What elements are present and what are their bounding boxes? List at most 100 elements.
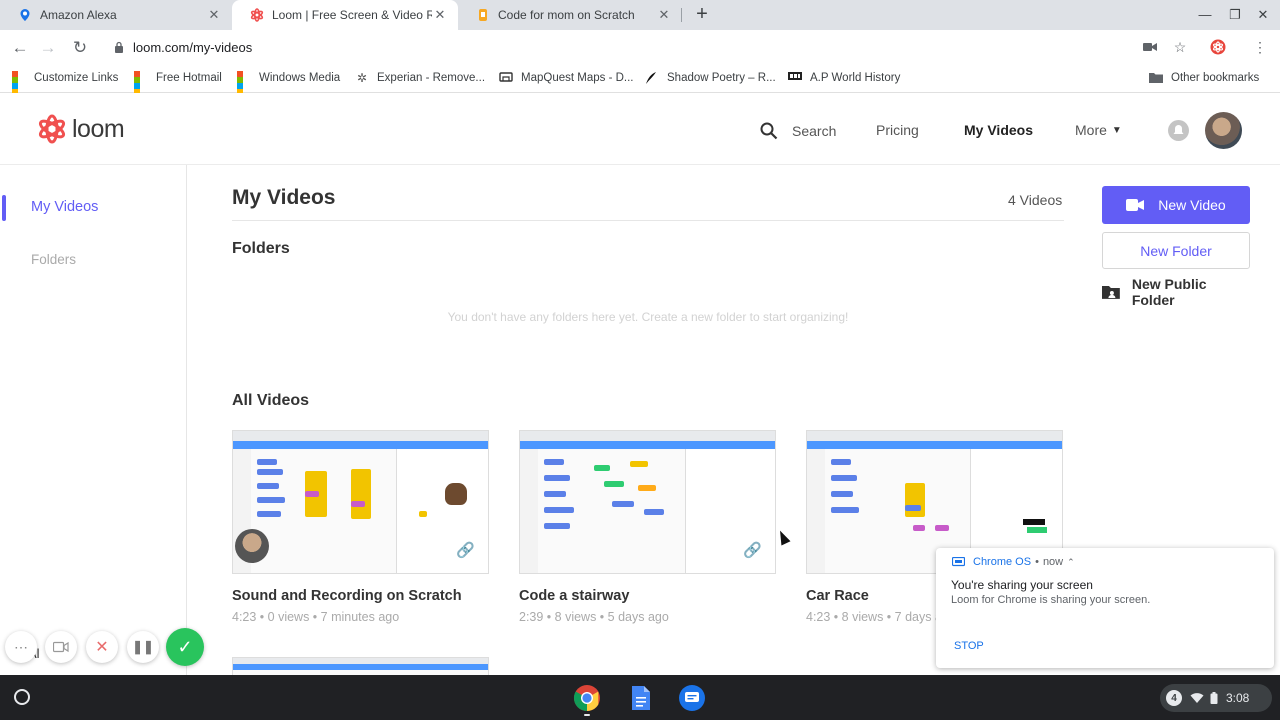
bookmark-customize-links[interactable]: Customize Links bbox=[12, 71, 118, 95]
link-icon[interactable]: 🔗 bbox=[743, 541, 762, 559]
video-title[interactable]: Code a stairway bbox=[519, 588, 776, 604]
separator-dot: • bbox=[1035, 556, 1039, 568]
loom-logo[interactable]: loom bbox=[36, 113, 125, 145]
launcher-icon[interactable] bbox=[14, 689, 30, 705]
recorder-finish-check-icon[interactable]: ✓ bbox=[166, 628, 204, 666]
loom-wordmark: loom bbox=[72, 114, 125, 143]
link-icon[interactable]: 🔗 bbox=[456, 541, 475, 559]
bookmark-free-hotmail[interactable]: Free Hotmail bbox=[134, 71, 222, 95]
nav-pricing[interactable]: Pricing bbox=[876, 122, 919, 138]
address-bar[interactable] bbox=[104, 33, 1204, 62]
url-text[interactable]: loom.com/my-videos bbox=[133, 40, 252, 55]
tab-close-icon[interactable]: ✕ bbox=[656, 7, 672, 23]
reload-icon[interactable]: ↻ bbox=[70, 38, 90, 58]
folders-heading: Folders bbox=[232, 240, 290, 257]
recorder-more-icon[interactable]: ⋯ bbox=[5, 631, 37, 663]
nav-search-label: Search bbox=[792, 123, 837, 139]
windows-icon bbox=[12, 71, 26, 95]
messages-app-icon[interactable] bbox=[678, 684, 706, 712]
bookmark-label: A.P World History bbox=[810, 72, 901, 84]
tab-scratch[interactable]: Code for mom on Scratch ✕ bbox=[458, 0, 682, 30]
video-thumbnail[interactable]: 🔗 bbox=[232, 430, 489, 574]
tab-title: Amazon Alexa bbox=[40, 8, 117, 22]
nav-more[interactable]: More ▼ bbox=[1075, 122, 1122, 138]
tab-amazon-alexa[interactable]: Amazon Alexa ✕ bbox=[0, 0, 232, 30]
active-app-dot bbox=[584, 714, 590, 716]
tab-close-icon[interactable]: ✕ bbox=[206, 7, 222, 23]
windows-icon bbox=[237, 71, 251, 95]
minimize-icon[interactable]: — bbox=[1196, 6, 1214, 24]
notification-count-badge: 4 bbox=[1166, 690, 1182, 706]
ap-icon bbox=[788, 71, 802, 85]
notification-source: Chrome OS bbox=[973, 556, 1032, 568]
close-window-icon[interactable]: ✕ bbox=[1254, 6, 1272, 24]
clock-time: 3:08 bbox=[1226, 691, 1250, 705]
video-title[interactable]: Sound and Recording on Scratch bbox=[232, 588, 489, 604]
system-tray[interactable]: 4 3:08 bbox=[1160, 684, 1272, 712]
new-public-folder-button[interactable]: New Public Folder bbox=[1102, 276, 1252, 308]
bookmark-ap-world-history[interactable]: A.P World History bbox=[788, 71, 900, 85]
video-count: 4 Videos bbox=[1008, 192, 1063, 208]
folder-icon bbox=[1149, 71, 1163, 85]
video-thumbnail[interactable]: 🔗 bbox=[519, 430, 776, 574]
sidebar-item-my-videos[interactable]: My Videos bbox=[31, 199, 98, 215]
alexa-icon bbox=[18, 8, 32, 22]
tab-title: Code for mom on Scratch bbox=[498, 8, 635, 22]
bookmark-other[interactable]: Other bookmarks bbox=[1149, 71, 1259, 85]
bookmark-label: Experian - Remove... bbox=[377, 72, 486, 84]
bookmark-label: Other bookmarks bbox=[1171, 72, 1260, 84]
tab-close-icon[interactable]: ✕ bbox=[432, 7, 448, 23]
tab-title: Loom | Free Screen & Video Recording bbox=[272, 8, 432, 22]
forward-arrow-icon[interactable]: → bbox=[38, 38, 58, 58]
user-avatar[interactable] bbox=[1205, 112, 1242, 149]
loom-icon bbox=[250, 8, 264, 22]
wifi-icon bbox=[1190, 693, 1204, 703]
nav-search[interactable]: Search bbox=[760, 122, 836, 140]
video-thumbnail[interactable] bbox=[232, 657, 489, 675]
notification-body: Loom for Chrome is sharing your screen. bbox=[951, 594, 1151, 606]
tab-loom[interactable]: Loom | Free Screen & Video Recording ✕ bbox=[232, 0, 458, 30]
loom-logo-icon bbox=[38, 114, 66, 144]
video-card[interactable]: 🔗 Code a stairway 2:39 • 8 views • 5 day… bbox=[519, 430, 776, 624]
bookmark-star-icon[interactable]: ☆ bbox=[1172, 39, 1188, 55]
folders-empty-message: You don't have any folders here yet. Cre… bbox=[447, 310, 849, 324]
loom-extension-icon[interactable] bbox=[1210, 39, 1226, 55]
scratch-icon bbox=[476, 8, 490, 22]
stop-sharing-button[interactable]: STOP bbox=[954, 640, 984, 652]
back-arrow-icon[interactable]: ← bbox=[10, 38, 30, 58]
windows-icon bbox=[134, 71, 148, 95]
recorder-camera-icon[interactable] bbox=[45, 631, 77, 663]
screen-share-notification: Chrome OS • now ⌃ You're sharing your sc… bbox=[936, 548, 1274, 668]
recorder-cancel-icon[interactable]: ✕ bbox=[86, 631, 118, 663]
bookmark-label: Free Hotmail bbox=[156, 72, 222, 84]
search-icon bbox=[760, 122, 778, 140]
lock-icon bbox=[115, 41, 123, 53]
notifications-bell-icon[interactable] bbox=[1168, 120, 1189, 141]
new-video-button[interactable]: New Video bbox=[1102, 186, 1250, 224]
notification-time: now bbox=[1042, 556, 1064, 568]
restore-icon[interactable]: ❐ bbox=[1226, 6, 1244, 24]
new-tab-plus-icon[interactable]: + bbox=[690, 3, 714, 27]
video-card[interactable]: 🔗 Sound and Recording on Scratch 4:23 • … bbox=[232, 430, 489, 624]
battery-icon bbox=[1210, 692, 1218, 704]
new-video-label: New Video bbox=[1158, 197, 1226, 213]
camera-icon[interactable] bbox=[1142, 39, 1158, 55]
kebab-menu-icon[interactable]: ⋮ bbox=[1252, 39, 1268, 55]
nav-my-videos[interactable]: My Videos bbox=[964, 122, 1033, 138]
new-public-folder-label: New Public Folder bbox=[1131, 276, 1207, 308]
shared-folder-icon bbox=[1102, 286, 1120, 299]
page-title: My Videos bbox=[232, 186, 336, 209]
google-docs-icon[interactable] bbox=[626, 684, 654, 712]
new-folder-button[interactable]: New Folder bbox=[1102, 232, 1250, 269]
bookmark-mapquest[interactable]: MapQuest Maps - D... bbox=[499, 71, 633, 85]
bookmark-experian[interactable]: ✲ Experian - Remove... bbox=[355, 71, 485, 85]
chrome-app-icon[interactable] bbox=[573, 684, 601, 712]
recorder-pause-icon[interactable]: ❚❚ bbox=[127, 631, 159, 663]
chevron-up-icon[interactable]: ⌃ bbox=[1067, 557, 1075, 568]
bookmark-label: Windows Media bbox=[259, 72, 341, 84]
sidebar bbox=[0, 165, 187, 675]
bookmark-shadow-poetry[interactable]: Shadow Poetry – R... bbox=[645, 71, 776, 85]
sidebar-item-folders[interactable]: Folders bbox=[31, 252, 76, 267]
bookmark-windows-media[interactable]: Windows Media bbox=[237, 71, 341, 95]
bookmarks-bar: Customize Links Free Hotmail Windows Med… bbox=[0, 65, 1280, 95]
